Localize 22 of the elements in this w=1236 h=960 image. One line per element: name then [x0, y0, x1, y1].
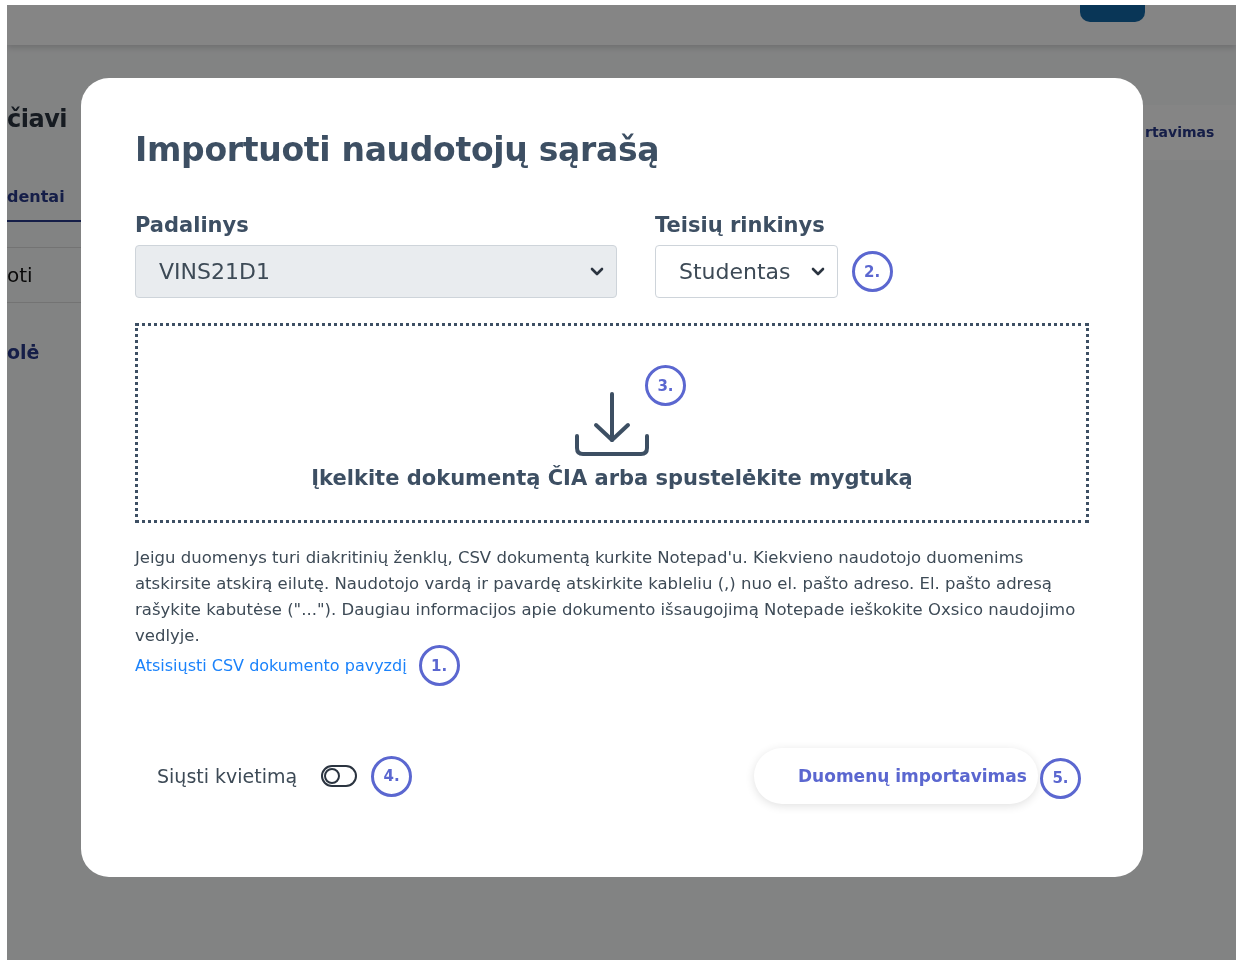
list-link[interactable]: olė: [7, 341, 81, 363]
step-badge: 4.: [371, 755, 413, 797]
toggle-label: Siųsti kvietimą: [157, 765, 298, 787]
import-button[interactable]: Duomenų importavimas: [754, 748, 1038, 804]
page-heading: čiavi: [7, 105, 69, 135]
download-link[interactable]: Atsisiųsti CSV dokumento pavyzdį: [135, 656, 407, 675]
field-label: Teisių rinkinys: [655, 213, 826, 237]
help-text: Jeigu duomenys turi diakritinių ženklų, CSV dokumentą kurkite Notepad'u. Kiekvieno naudotojo duomenims atskirsite atskirą eilutę. Naudotojo vardą ir pavardę atskirkite kableliu (,) nuo el. pašto adreso. El. pašto adresą rašykite kabutėse ("..."). Daugiau informacijos apie dokumento išsaugojimą Notepade ieškokite Oxsico naudojimo vedlyje.: [135, 547, 1077, 647]
step-badge: 2.: [851, 251, 893, 292]
drop-zone-text: Įkelkite dokumentą ČIA arba spustelėkite mygtuką: [311, 466, 913, 490]
step-badge: 5.: [1040, 757, 1081, 799]
download-icon: [574, 392, 650, 456]
chevron-down-icon: [810, 266, 825, 277]
header-button[interactable]: [1080, 5, 1145, 22]
chevron-down-icon: [590, 266, 604, 277]
step-badge: 3.: [645, 365, 686, 406]
drop-zone[interactable]: 3. Įkelkite dokumentą ČIA arba spustelėkite mygtuką: [135, 323, 1089, 523]
toggle-switch[interactable]: [321, 765, 358, 787]
modal-title: Importuoti naudotojų sąrašą: [135, 130, 661, 169]
select-field[interactable]: Studentas: [655, 245, 838, 298]
field-label: Padalinys: [135, 213, 250, 237]
step-badge: 1.: [418, 645, 460, 686]
